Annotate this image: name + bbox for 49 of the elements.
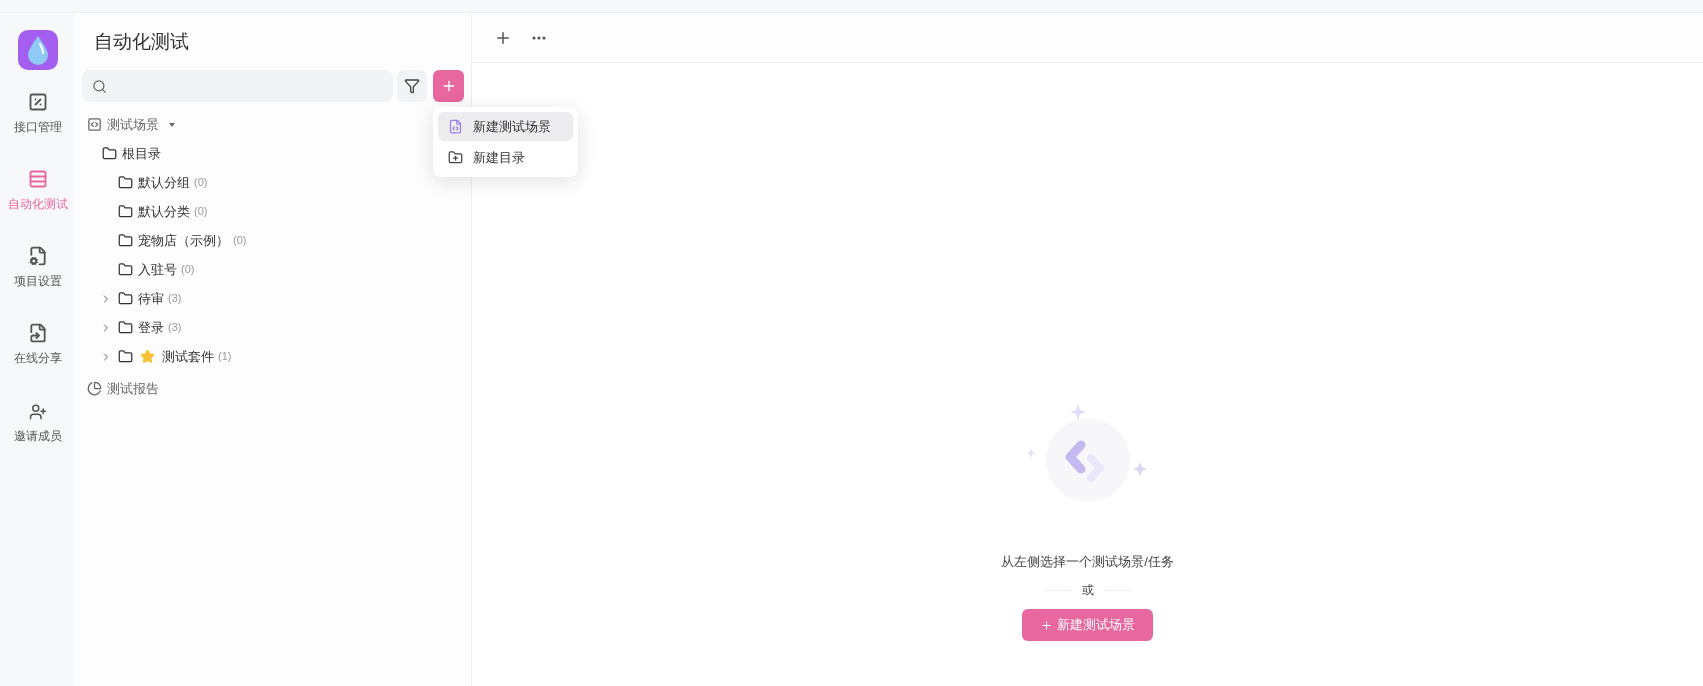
search-icon <box>92 78 107 94</box>
folder-icon <box>102 146 117 161</box>
item-count: (0) <box>194 175 208 191</box>
filter-icon <box>404 78 420 94</box>
folder-icon <box>118 204 133 219</box>
more-icon <box>532 35 546 40</box>
folder-icon <box>118 233 133 248</box>
code-icon <box>87 117 102 132</box>
user-plus-icon <box>28 403 47 421</box>
tree-item[interactable]: 默认分类 <box>118 201 190 222</box>
tree-item[interactable]: 宠物店（示例） <box>118 230 229 251</box>
tree-item[interactable]: 测试套件 <box>118 346 214 367</box>
folder-icon <box>118 349 133 364</box>
add-button[interactable] <box>433 70 464 102</box>
app-logo <box>17 30 58 70</box>
nav-icon <box>27 246 48 266</box>
item-count: (1) <box>218 349 232 365</box>
filter-button[interactable] <box>397 70 427 102</box>
item-count: (0) <box>181 262 195 278</box>
sidebar-title: 自动化测试 <box>94 30 190 54</box>
tree-item[interactable]: 默认分组 <box>118 172 190 193</box>
tree-item[interactable]: 测试报告 <box>82 374 464 403</box>
nav-item[interactable]: 项目设置 <box>1 246 74 290</box>
folder-icon <box>118 291 133 306</box>
or-label: 或 <box>1081 582 1094 599</box>
folder-icon <box>118 262 133 277</box>
folder-icon <box>118 175 133 190</box>
plus-icon <box>1040 618 1053 632</box>
nav-icon <box>27 92 48 112</box>
nav-icon <box>27 169 48 189</box>
more-button[interactable] <box>532 35 546 40</box>
nav-icon <box>27 323 48 343</box>
item-count: (0) <box>194 204 208 220</box>
invite-button[interactable]: 邀请成员 <box>13 403 62 445</box>
tree-item[interactable]: 登录 <box>118 317 164 338</box>
file-code-icon <box>448 119 463 134</box>
item-count: (3) <box>168 291 182 307</box>
folder-plus-icon <box>448 150 463 165</box>
item-count: (3) <box>168 320 182 336</box>
item-count: (0) <box>233 233 247 249</box>
search-field[interactable] <box>82 70 393 102</box>
folder-icon <box>118 320 133 335</box>
tree-item[interactable]: 入驻号 <box>118 259 177 280</box>
nav-item[interactable]: 在线分享 <box>1 323 74 367</box>
empty-message: 从左侧选择一个测试场景/任务 <box>1001 552 1174 571</box>
nav-item[interactable]: 接口管理 <box>1 92 74 136</box>
menu-item[interactable]: 新建测试场景 <box>438 112 573 141</box>
pie-chart-icon <box>87 381 102 396</box>
tree-item[interactable]: 待审 <box>118 288 164 309</box>
